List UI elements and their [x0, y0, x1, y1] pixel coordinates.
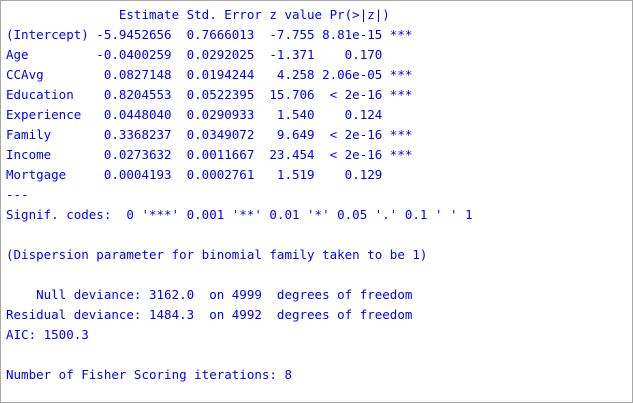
- coefficient-row-intercept: (Intercept) -5.9452656 0.7666013 -7.755 …: [6, 27, 413, 42]
- coefficient-row-experience: Experience 0.0448040 0.0290933 1.540 0.1…: [6, 107, 413, 122]
- residual-deviance-line: Residual deviance: 1484.3 on 4992 degree…: [6, 307, 413, 322]
- coefficient-row-ccavg: CCAvg 0.0827148 0.0194244 4.258 2.06e-05…: [6, 67, 413, 82]
- coefficient-row-education: Education 0.8204553 0.0522395 15.706 < 2…: [6, 87, 413, 102]
- separator-line: ---: [6, 187, 29, 202]
- null-deviance-line: Null deviance: 3162.0 on 4999 degrees of…: [6, 287, 413, 302]
- coefficient-row-age: Age -0.0400259 0.0292025 -1.371 0.170: [6, 47, 413, 62]
- coefficient-row-mortgage: Mortgage 0.0004193 0.0002761 1.519 0.129: [6, 167, 413, 182]
- signif-codes-line: Signif. codes: 0 '***' 0.001 '**' 0.01 '…: [6, 207, 473, 222]
- coefficient-row-family: Family 0.3368237 0.0349072 9.649 < 2e-16…: [6, 127, 413, 142]
- dispersion-parameter-line: (Dispersion parameter for binomial famil…: [6, 247, 428, 262]
- r-console-output-pane: Estimate Std. Error z value Pr(>|z|) (In…: [0, 0, 633, 403]
- coefficient-table-header: Estimate Std. Error z value Pr(>|z|): [6, 7, 420, 22]
- fisher-scoring-iterations-line: Number of Fisher Scoring iterations: 8: [6, 367, 292, 382]
- aic-line: AIC: 1500.3: [6, 327, 89, 342]
- console-output-text: Estimate Std. Error z value Pr(>|z|) (In…: [6, 5, 473, 385]
- coefficient-row-income: Income 0.0273632 0.0011667 23.454 < 2e-1…: [6, 147, 413, 162]
